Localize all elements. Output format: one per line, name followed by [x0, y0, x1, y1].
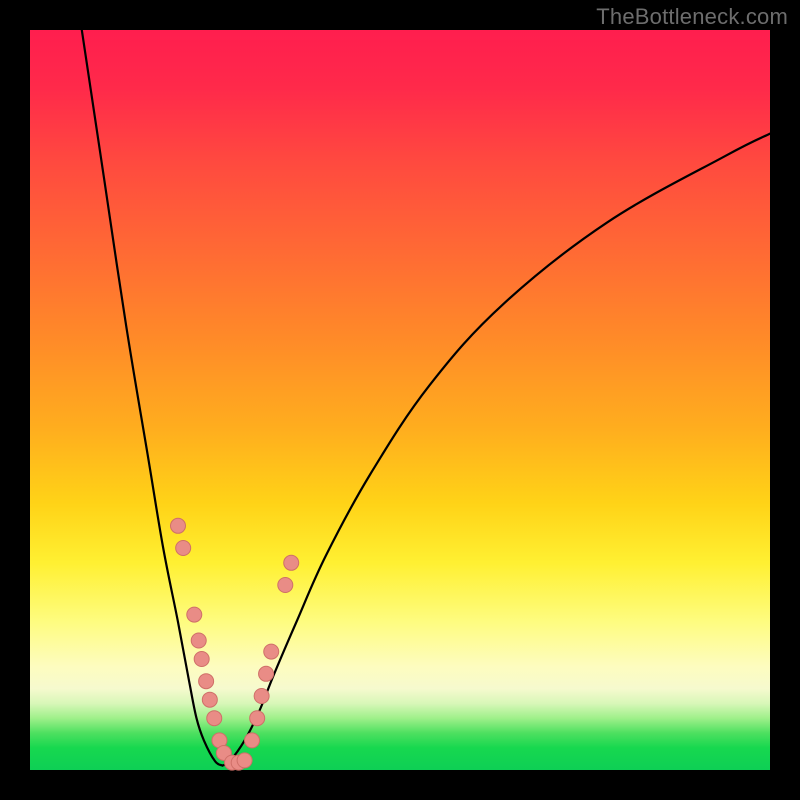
chart-frame: TheBottleneck.com [0, 0, 800, 800]
scatter-dot [278, 578, 293, 593]
scatter-dot [245, 733, 260, 748]
scatter-dot [254, 689, 269, 704]
scatter-dot [250, 711, 265, 726]
scatter-dot [237, 753, 252, 768]
scatter-dot [171, 518, 186, 533]
scatter-dot [259, 666, 274, 681]
plot-area [30, 30, 770, 770]
scatter-dot [191, 633, 206, 648]
scatter-dot [194, 652, 209, 667]
watermark-text: TheBottleneck.com [596, 4, 788, 30]
scatter-points [171, 518, 299, 770]
scatter-dot [187, 607, 202, 622]
scatter-dot [176, 541, 191, 556]
scatter-dot [202, 692, 217, 707]
scatter-dot [207, 711, 222, 726]
curve-right-branch [222, 134, 770, 766]
scatter-dot [199, 674, 214, 689]
chart-svg [30, 30, 770, 770]
scatter-dot [264, 644, 279, 659]
scatter-dot [284, 555, 299, 570]
